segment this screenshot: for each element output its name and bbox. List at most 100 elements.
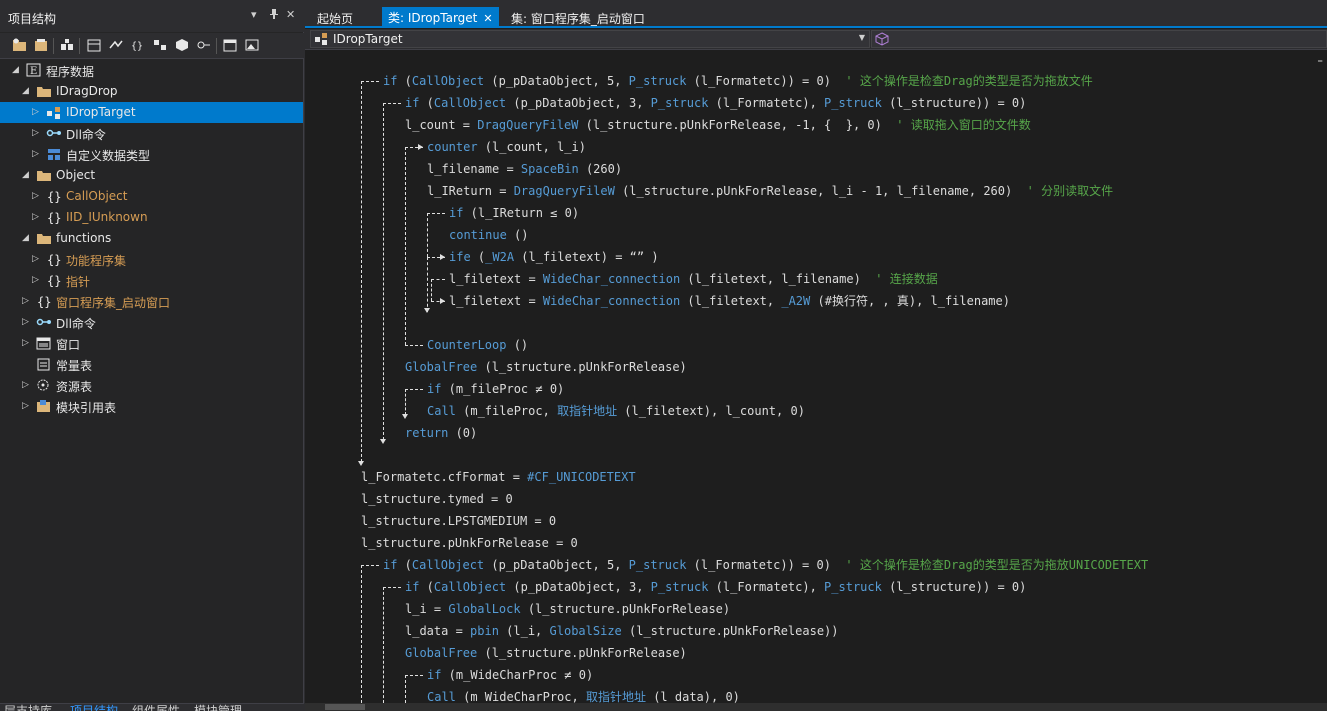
code-line[interactable]: l_filename = SpaceBin (260): [427, 158, 622, 180]
code-line[interactable]: counter (l_count, l_i): [427, 136, 586, 158]
code-area[interactable]: if (CallObject (p_pDataObject, 5, P_stru…: [310, 50, 1327, 703]
code-line[interactable]: GlobalFree (l_structure.pUnkForRelease): [405, 356, 687, 378]
bottom-tab[interactable]: 模块管理: [194, 704, 242, 711]
expanded-arrow-icon[interactable]: ◢: [12, 64, 22, 76]
code-line[interactable]: if (CallObject (p_pDataObject, 5, P_stru…: [383, 70, 1093, 92]
tree-item-iid-iunknown[interactable]: ▷ {} IID_IUnknown: [0, 207, 303, 228]
tree-item-dll命令[interactable]: ▷ Dll命令: [0, 123, 303, 144]
tree-item-object[interactable]: ◢ Object: [0, 165, 303, 186]
code-line[interactable]: l_i = GlobalLock (l_structure.pUnkForRel…: [405, 598, 730, 620]
code-line[interactable]: if (CallObject (p_pDataObject, 3, P_stru…: [405, 576, 1026, 598]
tree-item-资源表[interactable]: ▷ 资源表: [0, 375, 303, 396]
expanded-arrow-icon[interactable]: ◢: [22, 169, 32, 181]
code-line[interactable]: l_data = pbin (l_i, GlobalSize (l_struct…: [405, 620, 839, 642]
collapsed-arrow-icon[interactable]: ▷: [22, 316, 32, 328]
class-dropdown[interactable]: IDropTarget ▼: [310, 30, 870, 48]
code-line[interactable]: continue (): [449, 224, 528, 246]
code-token: (l_count, l_i): [477, 140, 586, 154]
code-line[interactable]: GlobalFree (l_structure.pUnkForRelease): [405, 642, 687, 664]
expanded-arrow-icon[interactable]: ◢: [22, 85, 32, 97]
tree-item-label: functions: [56, 231, 112, 245]
code-line[interactable]: CounterLoop (): [427, 334, 528, 356]
code-token: pbin: [470, 624, 499, 638]
collapsed-arrow-icon[interactable]: ▷: [32, 106, 42, 118]
add-dll-icon[interactable]: [108, 38, 124, 52]
tree-item-功能程序集[interactable]: ▷ {} 功能程序集: [0, 249, 303, 270]
code-line[interactable]: if (CallObject (p_pDataObject, 3, P_stru…: [405, 92, 1026, 114]
tree-item-窗口[interactable]: ▷ 窗口: [0, 333, 303, 354]
horizontal-scrollbar[interactable]: [305, 703, 1327, 711]
collapsed-arrow-icon[interactable]: ▷: [32, 127, 42, 139]
resources-icon: [36, 378, 52, 393]
code-line[interactable]: ife (_W2A (l_filetext) = “” ): [449, 246, 659, 268]
code-line[interactable]: return (0): [405, 422, 477, 444]
code-token: P_struck: [650, 580, 709, 594]
close-tab-icon[interactable]: ✕: [483, 12, 492, 25]
collapsed-arrow-icon[interactable]: ▷: [22, 400, 32, 412]
member-dropdown[interactable]: [871, 30, 1327, 48]
add-reference-icon[interactable]: [196, 38, 212, 52]
tree-item-dll命令[interactable]: ▷ Dll命令: [0, 312, 303, 333]
code-line[interactable]: if (m_WideCharProc ≠ 0): [427, 664, 593, 686]
tree-item-idroptarget[interactable]: ▷ IDropTarget: [0, 102, 303, 123]
code-token: (m_fileProc ≠ 0): [441, 382, 565, 396]
code-line[interactable]: l_IReturn = DragQueryFileW (l_structure.…: [427, 180, 1113, 202]
collapsed-arrow-icon[interactable]: ▷: [32, 253, 42, 265]
collapsed-arrow-icon[interactable]: ▷: [22, 295, 32, 307]
add-sub-icon[interactable]: {}: [130, 38, 146, 52]
tree-item-callobject[interactable]: ▷ {} CallObject: [0, 186, 303, 207]
code-line[interactable]: if (CallObject (p_pDataObject, 5, P_stru…: [383, 554, 1148, 576]
panel-menu-icon[interactable]: ▾: [251, 8, 257, 21]
bottom-tab[interactable]: 组件属性: [132, 704, 180, 711]
add-folder-icon[interactable]: [33, 38, 49, 52]
tree-item-自定义数据类型[interactable]: ▷ 自定义数据类型: [0, 144, 303, 165]
add-class-icon[interactable]: [59, 38, 75, 52]
close-panel-icon[interactable]: ✕: [286, 8, 295, 21]
code-line[interactable]: Call (m_WideCharProc, 取指针地址 (l_data), 0): [427, 686, 740, 703]
chevron-down-icon[interactable]: ▼: [859, 33, 865, 42]
code-line[interactable]: Call (m_fileProc, 取指针地址 (l_filetext), l_…: [427, 400, 805, 422]
code-token: P_struck: [628, 558, 687, 572]
add-image-icon[interactable]: [244, 38, 260, 52]
code-line[interactable]: l_structure.LPSTGMEDIUM = 0: [361, 510, 556, 532]
code-token: (p_pDataObject, 3,: [506, 580, 651, 594]
bottom-tab[interactable]: 层支持库: [4, 704, 52, 711]
collapsed-arrow-icon[interactable]: ▷: [22, 379, 32, 391]
tree-item-指针[interactable]: ▷ {} 指针: [0, 270, 303, 291]
add-struct-icon[interactable]: [152, 38, 168, 52]
code-line[interactable]: l_structure.pUnkForRelease = 0: [361, 532, 578, 554]
document-tab[interactable]: 集: 窗口程序集_启动窗口: [505, 8, 651, 28]
code-token: (: [419, 96, 434, 110]
tree-item-functions[interactable]: ◢ functions: [0, 228, 303, 249]
code-line[interactable]: l_filetext = WideChar_connection (l_file…: [449, 268, 938, 290]
collapsed-arrow-icon[interactable]: ▷: [32, 190, 42, 202]
collapsed-arrow-icon[interactable]: ▷: [32, 211, 42, 223]
pin-icon[interactable]: [269, 8, 279, 23]
code-token: if: [449, 206, 464, 220]
collapsed-arrow-icon[interactable]: ▷: [22, 337, 32, 349]
tree-item-程序数据[interactable]: ◢ E 程序数据: [0, 60, 303, 81]
code-line[interactable]: l_Formatetc.cfFormat = #CF_UNICODETEXT: [361, 466, 636, 488]
code-line[interactable]: l_structure.tymed = 0: [361, 488, 513, 510]
collapsed-arrow-icon[interactable]: ▷: [32, 274, 42, 286]
expanded-arrow-icon[interactable]: ◢: [22, 232, 32, 244]
add-module-icon[interactable]: [12, 38, 28, 52]
code-line[interactable]: l_filetext = WideChar_connection (l_file…: [449, 290, 1010, 312]
bottom-tab[interactable]: 项目结构: [70, 704, 118, 711]
document-tab[interactable]: 起始页: [311, 8, 359, 28]
collapsed-arrow-icon[interactable]: ▷: [32, 148, 42, 160]
tree-item-窗口程序集-启动窗口[interactable]: ▷ {} 窗口程序集_启动窗口: [0, 291, 303, 312]
code-line[interactable]: if (m_fileProc ≠ 0): [427, 378, 564, 400]
code-line[interactable]: l_count = DragQueryFileW (l_structure.pU…: [405, 114, 1031, 136]
code-token: (0): [448, 426, 478, 440]
scrollbar-thumb[interactable]: [325, 704, 365, 710]
add-resource-icon[interactable]: [174, 38, 190, 52]
add-table-icon[interactable]: [86, 38, 102, 52]
document-tab[interactable]: 类: IDropTarget ✕: [382, 7, 499, 28]
block-guide-line: [431, 279, 445, 280]
tree-item-模块引用表[interactable]: ▷ 模块引用表: [0, 396, 303, 417]
tree-item-idragdrop[interactable]: ◢ IDragDrop: [0, 81, 303, 102]
add-window-icon[interactable]: [222, 38, 238, 52]
code-line[interactable]: if (l_IReturn ≤ 0): [449, 202, 579, 224]
tree-item-常量表[interactable]: 常量表: [0, 354, 303, 375]
